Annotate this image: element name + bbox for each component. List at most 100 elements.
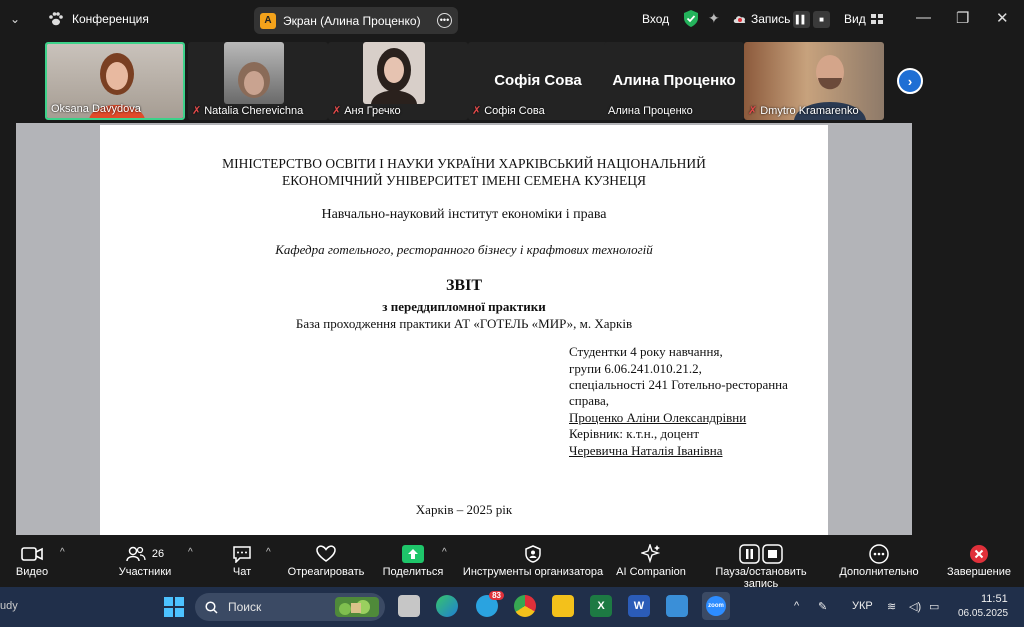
paw-icon bbox=[49, 12, 63, 26]
ministry-line: МІНІСТЕРСТВО ОСВІТИ І НАУКИ УКРАЇНИ ХАРК… bbox=[222, 156, 706, 171]
record-controls: ▌▌ ■ bbox=[793, 11, 830, 28]
pause-record-button[interactable]: ▌▌ bbox=[793, 11, 810, 28]
specialty-line-cont: справа, bbox=[569, 393, 609, 408]
participant-name: Алина Проценко bbox=[608, 105, 693, 117]
recording-indicator[interactable]: Запись bbox=[733, 12, 790, 26]
restore-icon[interactable]: ❐ bbox=[956, 9, 969, 27]
participant-tile[interactable]: ✗ Natalia Cherevichna bbox=[188, 42, 328, 120]
end-meeting-button[interactable]: Завершение bbox=[946, 542, 1012, 578]
video-camera-icon bbox=[21, 547, 43, 561]
telegram-badge: 83 bbox=[489, 591, 504, 600]
more-icon bbox=[869, 544, 889, 564]
windows-taskbar: udy Поиск 83 X W zoom ^ ✎ УКР ≋ ◁) ▭ 11:… bbox=[0, 587, 1024, 627]
participant-tile[interactable]: ✗ Аня Гречко bbox=[328, 42, 468, 120]
excel-icon[interactable]: X bbox=[590, 595, 612, 617]
participant-photo bbox=[363, 42, 425, 104]
screen-badge: A bbox=[260, 12, 276, 29]
city-year: Харків – 2025 рік bbox=[415, 502, 513, 517]
shield-icon[interactable] bbox=[684, 10, 698, 27]
participant-tile[interactable]: ✗ Dmytro Kramarenko bbox=[744, 42, 884, 120]
mic-muted-icon: ✗ bbox=[332, 105, 342, 117]
sparkle-icon[interactable]: ✦ bbox=[708, 10, 720, 27]
view-menu[interactable]: Вид bbox=[844, 12, 883, 26]
telegram-icon[interactable]: 83 bbox=[476, 591, 504, 617]
battery-icon[interactable]: ▭ bbox=[929, 600, 939, 613]
word-icon[interactable]: W bbox=[628, 595, 650, 617]
share-button[interactable]: Поделиться bbox=[382, 542, 444, 578]
zoom-window: ⌄ Конференция A Экран (Алина Проценко) •… bbox=[0, 0, 1024, 627]
react-label: Отреагировать bbox=[287, 566, 365, 578]
participant-display-name: Алина Проценко bbox=[612, 72, 736, 89]
taskbar-search[interactable]: Поиск bbox=[195, 593, 385, 621]
conference-menu[interactable]: Конференция bbox=[48, 12, 149, 26]
chat-label: Чат bbox=[232, 566, 252, 578]
participant-tile[interactable]: Алина Проценко Алина Проценко bbox=[604, 42, 744, 120]
participants-button[interactable]: 26 Участники bbox=[112, 542, 178, 578]
more-icon[interactable]: ••• bbox=[437, 13, 452, 28]
shared-document: МІНІСТЕРСТВО ОСВІТИ І НАУКИ УКРАЇНИ ХАРК… bbox=[100, 125, 828, 535]
participant-photo bbox=[224, 42, 284, 104]
more-button[interactable]: Дополнительно bbox=[838, 542, 920, 578]
login-button[interactable]: Вход bbox=[642, 12, 669, 26]
chrome-icon[interactable] bbox=[514, 595, 536, 617]
share-label: Поделиться bbox=[382, 566, 444, 578]
stop-record-button[interactable]: ■ bbox=[813, 11, 830, 28]
chevron-down-icon[interactable]: ⌄ bbox=[10, 12, 24, 26]
participant-name: ✗ Dmytro Kramarenko bbox=[748, 104, 859, 118]
clock-date[interactable]: 06.05.2025 bbox=[958, 608, 1008, 619]
chevron-up-icon[interactable]: ^ bbox=[266, 547, 271, 558]
close-icon[interactable]: ✕ bbox=[996, 9, 1009, 27]
pause-stop-icon bbox=[739, 544, 783, 564]
university-line: ЕКОНОМІЧНИЙ УНІВЕРСИТЕТ ІМЕНІ СЕМЕНА КУЗ… bbox=[281, 173, 647, 188]
heart-icon bbox=[316, 545, 336, 562]
report-subtitle: з переддипломної практики bbox=[382, 299, 546, 314]
chevron-right-icon: › bbox=[907, 73, 913, 89]
practice-base: База проходження практики АТ «ГОТЕЛЬ «МИ… bbox=[295, 316, 633, 331]
shared-screen: МІНІСТЕРСТВО ОСВІТИ І НАУКИ УКРАЇНИ ХАРК… bbox=[16, 123, 912, 535]
file-explorer-icon[interactable] bbox=[552, 595, 574, 617]
supervisor-label: Керівник: к.т.н., доцент bbox=[569, 426, 699, 441]
host-tools-button[interactable]: Инструменты организатора bbox=[462, 542, 604, 578]
ai-companion-button[interactable]: AI Companion bbox=[614, 542, 688, 578]
clock-time[interactable]: 11:51 bbox=[981, 593, 1008, 605]
people-icon bbox=[126, 546, 146, 562]
group-line: групи 6.06.241.010.21.2, bbox=[569, 361, 702, 376]
volume-icon[interactable]: ◁) bbox=[909, 600, 921, 613]
video-button[interactable]: Видео bbox=[12, 542, 52, 578]
language-indicator[interactable]: УКР bbox=[852, 600, 873, 612]
participant-name: ✗ Аня Гречко bbox=[332, 104, 401, 118]
mic-muted-icon: ✗ bbox=[472, 105, 482, 117]
chat-icon bbox=[233, 546, 251, 563]
tray-overflow-icon[interactable]: ^ bbox=[794, 600, 799, 612]
pause-stop-record-button[interactable]: Пауза/остановить запись bbox=[697, 542, 825, 590]
close-circle-icon bbox=[970, 545, 988, 563]
photos-icon[interactable] bbox=[666, 595, 688, 617]
chevron-up-icon[interactable]: ^ bbox=[188, 547, 193, 558]
chevron-up-icon[interactable]: ^ bbox=[442, 547, 447, 558]
participant-tile[interactable]: Софія Сова ✗ Софія Сова bbox=[468, 42, 608, 120]
shield-icon bbox=[525, 545, 541, 563]
report-title: ЗВІТ bbox=[445, 277, 482, 294]
search-illustration-icon bbox=[335, 597, 379, 617]
host-tools-label: Инструменты организатора bbox=[462, 566, 604, 578]
screen-share-indicator[interactable]: A Экран (Алина Проценко) ••• bbox=[254, 7, 458, 34]
chat-button[interactable]: Чат bbox=[228, 542, 256, 578]
pen-icon[interactable]: ✎ bbox=[818, 600, 827, 613]
participants-label: Участники bbox=[118, 566, 172, 578]
wifi-icon[interactable]: ≋ bbox=[887, 600, 896, 613]
participant-tile[interactable]: Oksana Davydova bbox=[45, 42, 185, 120]
minimize-icon[interactable]: — bbox=[916, 9, 931, 26]
participant-strip: Oksana Davydova ✗ Natalia Cherevichna ✗ Ан… bbox=[0, 40, 1024, 122]
cloud-record-icon bbox=[733, 16, 746, 23]
windows-start-icon[interactable] bbox=[164, 597, 184, 617]
share-screen-icon bbox=[402, 545, 424, 563]
next-page-button[interactable]: › bbox=[897, 68, 923, 94]
edge-icon[interactable] bbox=[436, 595, 458, 617]
sparkle-icon bbox=[641, 544, 661, 564]
participant-display-name: Софія Сова bbox=[494, 72, 582, 89]
react-button[interactable]: Отреагировать bbox=[286, 542, 366, 578]
chevron-up-icon[interactable]: ^ bbox=[60, 547, 65, 558]
task-view-icon[interactable] bbox=[398, 595, 420, 617]
zoom-taskbar-icon[interactable]: zoom bbox=[702, 592, 730, 620]
more-label: Дополнительно bbox=[839, 566, 919, 578]
